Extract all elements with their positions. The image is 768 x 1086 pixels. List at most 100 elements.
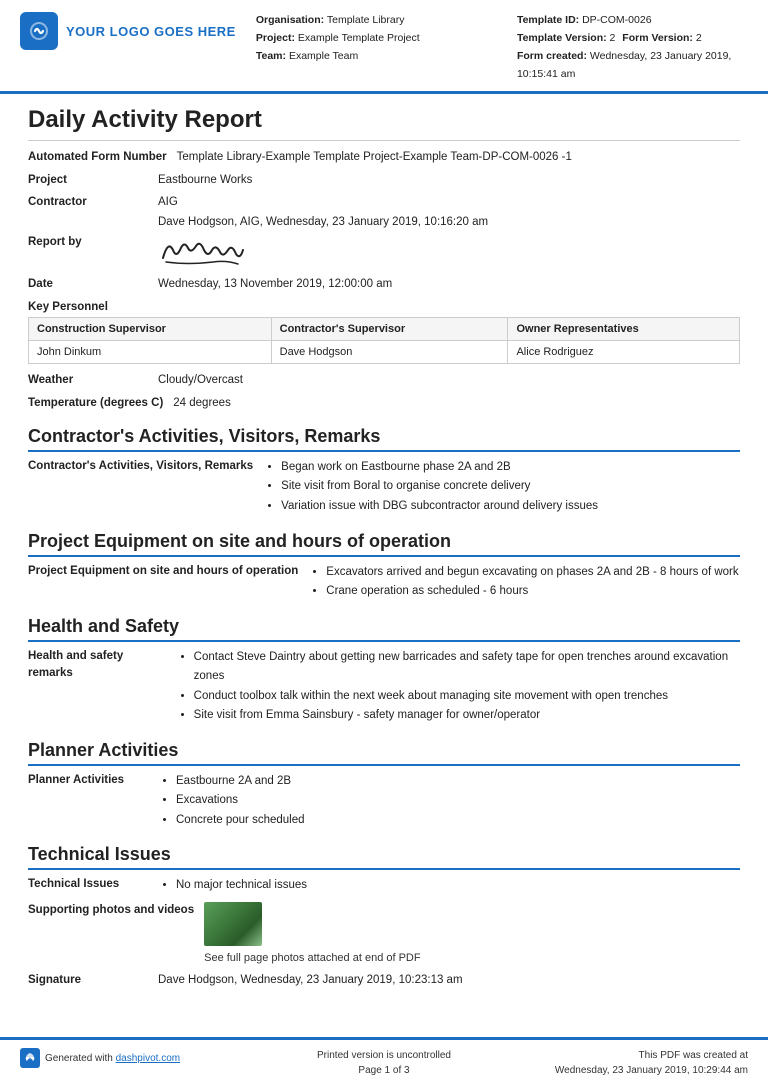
list-item: Began work on Eastbourne phase 2A and 2B	[281, 458, 598, 478]
weather-value: Cloudy/Overcast	[158, 372, 243, 389]
project-equipment-section: Project Equipment on site and hours of o…	[28, 563, 740, 602]
report-by-label: Report by	[28, 234, 158, 251]
project-equipment-label: Project Equipment on site and hours of o…	[28, 563, 308, 602]
health-safety-section: Health and safety remarks Contact Steve …	[28, 648, 740, 726]
header-meta-right: Template ID: DP-COM-0026 Template Versio…	[517, 12, 748, 83]
signature-drawing	[158, 230, 248, 268]
temperature-row: Temperature (degrees C) 24 degrees	[28, 395, 740, 412]
planner-activities-list: Eastbourne 2A and 2B Excavations Concret…	[158, 772, 305, 831]
planner-activities-section: Planner Activities Eastbourne 2A and 2B …	[28, 772, 740, 831]
report-title: Daily Activity Report	[28, 106, 740, 141]
personnel-cell-2: Alice Rodriguez	[508, 341, 740, 364]
footer-pdf-created-value: Wednesday, 23 January 2019, 10:29:44 am	[505, 1063, 748, 1078]
signature-row-bottom: Signature Dave Hodgson, Wednesday, 23 Ja…	[28, 972, 740, 989]
temperature-value: 24 degrees	[173, 395, 231, 412]
signature-label: Signature	[28, 972, 158, 989]
contractor-value: AIG	[158, 194, 178, 211]
report-by-value: Dave Hodgson, AIG, Wednesday, 23 January…	[158, 216, 488, 228]
footer-page: Page 1 of 3	[263, 1063, 506, 1078]
project-label: Project	[28, 172, 158, 189]
col-header-owner: Owner Representatives	[508, 318, 740, 341]
technical-issues-heading: Technical Issues	[28, 844, 740, 870]
weather-row: Weather Cloudy/Overcast	[28, 372, 740, 389]
technical-issues-label: Technical Issues	[28, 876, 158, 896]
project-row: Project Eastbourne Works	[28, 172, 740, 189]
footer-col-center: Printed version is uncontrolled Page 1 o…	[263, 1048, 506, 1078]
contractors-activities-heading: Contractor's Activities, Visitors, Remar…	[28, 426, 740, 452]
report-by-row: Report by Dave Hodgson, AIG, Wednesday, …	[28, 216, 740, 268]
footer-uncontrolled: Printed version is uncontrolled	[263, 1048, 506, 1063]
form-number-row: Automated Form Number Template Library-E…	[28, 149, 740, 166]
key-personnel-label: Key Personnel	[28, 301, 740, 313]
list-item: Site visit from Boral to organise concre…	[281, 477, 598, 497]
template-version-line: Template Version: 2 Form Version: 2	[517, 30, 748, 48]
date-label: Date	[28, 276, 158, 293]
weather-label: Weather	[28, 372, 158, 389]
contractor-label: Contractor	[28, 194, 158, 211]
project-value: Eastbourne Works	[158, 172, 252, 189]
dashpivot-link[interactable]: dashpivot.com	[116, 1053, 180, 1064]
table-row: John Dinkum Dave Hodgson Alice Rodriguez	[29, 341, 740, 364]
list-item: Conduct toolbox talk within the next wee…	[194, 687, 740, 707]
health-safety-label: Health and safety remarks	[28, 648, 176, 726]
footer-logo: Generated with dashpivot.com	[20, 1048, 263, 1068]
list-item: Contact Steve Daintry about getting new …	[194, 648, 740, 687]
header: YOUR LOGO GOES HERE Organisation: Templa…	[0, 0, 768, 94]
logo-text: YOUR LOGO GOES HERE	[66, 24, 236, 39]
signature-block: Dave Hodgson, AIG, Wednesday, 23 January…	[158, 216, 488, 268]
org-line: Organisation: Template Library	[256, 12, 487, 30]
contractors-activities-section: Contractor's Activities, Visitors, Remar…	[28, 458, 740, 517]
list-item: Concrete pour scheduled	[176, 811, 305, 831]
date-value: Wednesday, 13 November 2019, 12:00:00 am	[158, 276, 392, 293]
logo-icon	[20, 12, 58, 50]
col-header-contractor: Contractor's Supervisor	[271, 318, 508, 341]
health-safety-heading: Health and Safety	[28, 616, 740, 642]
col-header-construction: Construction Supervisor	[29, 318, 272, 341]
personnel-table: Construction Supervisor Contractor's Sup…	[28, 317, 740, 364]
temperature-label: Temperature (degrees C)	[28, 395, 173, 412]
list-item: No major technical issues	[176, 876, 307, 896]
footer-generated-text: Generated with dashpivot.com	[45, 1051, 180, 1066]
supporting-photos-label: Supporting photos and videos	[28, 902, 204, 919]
list-item: Site visit from Emma Sainsbury - safety …	[194, 706, 740, 726]
logo-area: YOUR LOGO GOES HERE	[20, 12, 236, 50]
contractor-row: Contractor AIG	[28, 194, 740, 211]
personnel-cell-1: Dave Hodgson	[271, 341, 508, 364]
list-item: Excavators arrived and begun excavating …	[326, 563, 738, 583]
project-line: Project: Example Template Project	[256, 30, 487, 48]
planner-activities-label: Planner Activities	[28, 772, 158, 831]
list-item: Excavations	[176, 791, 305, 811]
contractors-activities-list: Began work on Eastbourne phase 2A and 2B…	[263, 458, 598, 517]
photo-thumbnail	[204, 902, 262, 946]
project-equipment-heading: Project Equipment on site and hours of o…	[28, 531, 740, 557]
footer-col-right: This PDF was created at Wednesday, 23 Ja…	[505, 1048, 748, 1078]
footer-col-left: Generated with dashpivot.com	[20, 1048, 263, 1070]
footer-pdf-created-text: This PDF was created at	[505, 1048, 748, 1063]
project-equipment-list: Excavators arrived and begun excavating …	[308, 563, 738, 602]
footer: Generated with dashpivot.com Printed ver…	[0, 1037, 768, 1086]
header-meta-left: Organisation: Template Library Project: …	[256, 12, 487, 83]
list-item: Variation issue with DBG subcontractor a…	[281, 497, 598, 517]
technical-issues-section: Technical Issues No major technical issu…	[28, 876, 740, 896]
photo-thumb-inner	[204, 902, 262, 946]
technical-issues-list: No major technical issues	[158, 876, 307, 896]
signature-value: Dave Hodgson, Wednesday, 23 January 2019…	[158, 972, 463, 989]
form-created-line: Form created: Wednesday, 23 January 2019…	[517, 48, 748, 84]
list-item: Crane operation as scheduled - 6 hours	[326, 582, 738, 602]
header-meta: Organisation: Template Library Project: …	[256, 12, 748, 83]
form-number-label: Automated Form Number	[28, 149, 177, 166]
footer-logo-icon	[20, 1048, 40, 1068]
supporting-photos-section: Supporting photos and videos See full pa…	[28, 902, 740, 964]
list-item: Eastbourne 2A and 2B	[176, 772, 305, 792]
personnel-cell-0: John Dinkum	[29, 341, 272, 364]
date-row: Date Wednesday, 13 November 2019, 12:00:…	[28, 276, 740, 293]
contractors-activities-label: Contractor's Activities, Visitors, Remar…	[28, 458, 263, 517]
form-number-value: Template Library-Example Template Projec…	[177, 149, 572, 166]
photos-block: See full page photos attached at end of …	[204, 902, 420, 964]
photo-caption: See full page photos attached at end of …	[204, 952, 420, 964]
page: YOUR LOGO GOES HERE Organisation: Templa…	[0, 0, 768, 1086]
planner-activities-heading: Planner Activities	[28, 740, 740, 766]
main-content: Daily Activity Report Automated Form Num…	[0, 94, 768, 1019]
health-safety-list: Contact Steve Daintry about getting new …	[176, 648, 740, 726]
template-id-line: Template ID: DP-COM-0026	[517, 12, 748, 30]
